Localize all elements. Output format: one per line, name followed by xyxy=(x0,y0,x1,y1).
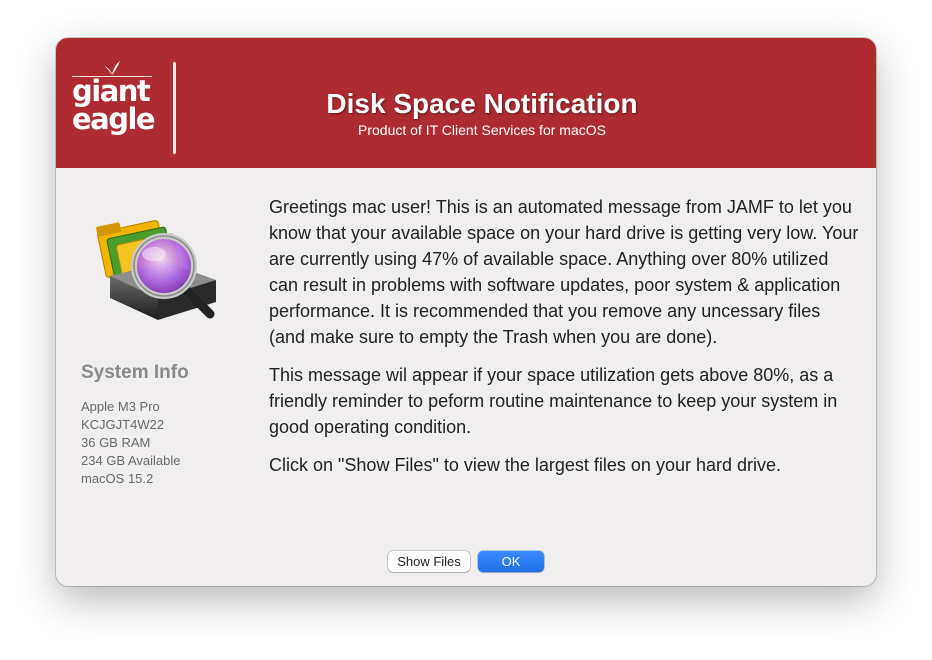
dialog-title: Disk Space Notification xyxy=(326,88,638,119)
system-info-os: macOS 15.2 xyxy=(81,471,154,486)
ok-button[interactable]: OK xyxy=(478,551,544,572)
message-paragraph-intro: Greetings mac user! This is an automated… xyxy=(269,197,859,347)
disk-space-dialog: giant eagle Disk Space Notification Prod… xyxy=(56,38,876,586)
system-info-heading: System Info xyxy=(81,362,189,383)
show-files-button[interactable]: Show Files xyxy=(388,551,470,572)
system-info-serial: KCJGJT4W22 xyxy=(81,417,165,432)
giant-eagle-logo: giant eagle xyxy=(72,60,158,140)
system-info-available: 234 GB Available xyxy=(81,453,181,468)
system-info-ram: 36 GB RAM xyxy=(81,435,151,450)
message-paragraph-instructions: Click on "Show Files" to view the larges… xyxy=(269,455,781,475)
message-body: Greetings mac user! This is an automated… xyxy=(269,194,859,490)
banner-divider xyxy=(173,62,176,154)
system-info-chip: Apple M3 Pro xyxy=(81,399,160,414)
logo-word-eagle: eagle xyxy=(72,102,156,136)
system-info-list: Apple M3 Pro KCJGJT4W22 36 GB RAM 234 GB… xyxy=(81,398,181,488)
message-paragraph-reminder: This message wil appear if your space ut… xyxy=(269,365,838,437)
dialog-subtitle: Product of IT Client Services for macOS xyxy=(358,122,606,138)
disk-inspector-icon xyxy=(96,220,216,320)
header-banner: giant eagle Disk Space Notification Prod… xyxy=(56,38,876,168)
